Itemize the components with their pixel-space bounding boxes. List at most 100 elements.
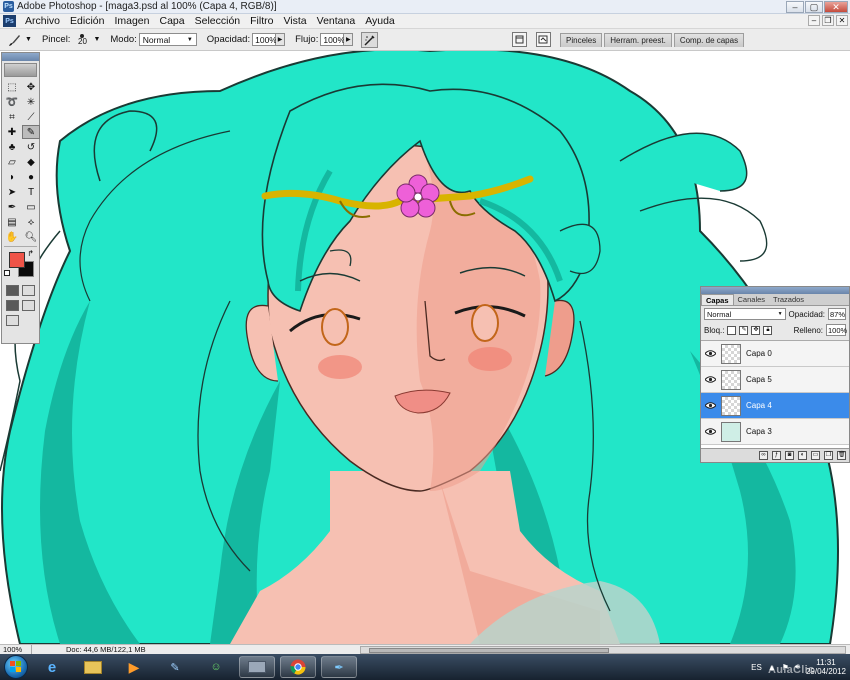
language-indicator[interactable]: ES <box>751 663 762 672</box>
tab-canales[interactable]: Canales <box>734 294 770 305</box>
start-button[interactable] <box>4 655 28 679</box>
layer-row[interactable]: Capa 5 <box>701 367 849 393</box>
crop-tool-icon[interactable]: ⌗ <box>3 110 21 124</box>
media-player-icon[interactable]: ▶ <box>116 656 152 678</box>
hand-tool-icon[interactable]: ✋ <box>3 230 21 244</box>
dodge-tool-icon[interactable]: ● <box>22 170 40 184</box>
well-tab-herram-preest[interactable]: Herram. preest. <box>604 33 672 47</box>
layers-panel-title-bar[interactable] <box>701 287 849 294</box>
blur-tool-icon[interactable]: ◗ <box>3 170 21 184</box>
menu-imagen[interactable]: Imagen <box>109 15 154 27</box>
horizontal-scrollbar[interactable] <box>360 646 846 654</box>
add-mask-icon[interactable]: ◙ <box>785 451 794 460</box>
opacity-slider-button[interactable]: ▶ <box>276 33 286 46</box>
doc-minimize-button[interactable]: – <box>808 15 820 26</box>
lasso-tool-icon[interactable]: ➰ <box>3 95 21 109</box>
document-icon[interactable]: Ps <box>3 15 16 27</box>
move-tool-icon[interactable]: ✥ <box>22 80 40 94</box>
internet-explorer-icon[interactable]: e <box>34 656 70 678</box>
menu-ayuda[interactable]: Ayuda <box>360 15 400 27</box>
mode-select[interactable]: Normal ▼ <box>138 33 197 46</box>
screen-mode-full-button[interactable] <box>22 300 35 311</box>
layer-row-selected[interactable]: Capa 4 <box>701 393 849 419</box>
brush-dropdown-icon[interactable]: ▼ <box>93 36 100 43</box>
marquee-tool-icon[interactable]: ⬚ <box>3 80 21 94</box>
layer-style-icon[interactable]: ƒ <box>772 451 781 460</box>
scanner-app-icon[interactable] <box>239 656 275 678</box>
paint-bucket-tool-icon[interactable]: ◆ <box>22 155 40 169</box>
menu-capa[interactable]: Capa <box>155 15 190 27</box>
menu-filtro[interactable]: Filtro <box>245 15 278 27</box>
new-group-icon[interactable]: ▭ <box>811 451 820 460</box>
clone-stamp-tool-icon[interactable]: ♣ <box>3 140 21 154</box>
eye-icon[interactable] <box>704 348 716 360</box>
tab-capas[interactable]: Capas <box>701 294 734 305</box>
palette-toggle-icon[interactable] <box>512 32 527 47</box>
shape-tool-icon[interactable]: ▭ <box>22 200 40 214</box>
eye-icon[interactable] <box>704 426 716 438</box>
scrollbar-thumb[interactable] <box>369 648 609 653</box>
tab-trazados[interactable]: Trazados <box>769 294 808 305</box>
menu-archivo[interactable]: Archivo <box>20 15 65 27</box>
standard-mode-button[interactable] <box>6 285 19 296</box>
maximize-button[interactable]: ▢ <box>805 1 823 13</box>
eraser-tool-icon[interactable]: ▱ <box>3 155 21 169</box>
eye-icon[interactable] <box>704 374 716 386</box>
trash-icon[interactable]: 🗑︎ <box>837 451 846 460</box>
brush-size-picker[interactable]: 20 <box>72 30 92 50</box>
fill-input[interactable]: 100% <box>826 324 847 336</box>
paint-app-icon[interactable]: ✎ <box>157 656 193 678</box>
chrome-icon[interactable] <box>280 656 316 678</box>
path-selection-tool-icon[interactable]: ➤ <box>3 185 21 199</box>
close-button[interactable]: ✕ <box>824 1 848 13</box>
file-explorer-icon[interactable] <box>75 656 111 678</box>
messenger-icon[interactable]: ☺ <box>198 656 234 678</box>
minimize-button[interactable]: – <box>786 1 804 13</box>
eyedropper-tool-icon[interactable]: ⟡ <box>22 215 40 229</box>
magic-wand-tool-icon[interactable]: ✳ <box>22 95 40 109</box>
lock-all-icon[interactable]: 🔒︎ <box>763 325 773 335</box>
adjustment-layer-icon[interactable]: ◐ <box>798 451 807 460</box>
airbrush-toggle[interactable] <box>361 31 379 48</box>
jump-to-imageready-button[interactable] <box>6 315 19 326</box>
quick-mask-button[interactable] <box>22 285 35 296</box>
layer-opacity-input[interactable]: 87% <box>827 308 846 320</box>
opacity-input[interactable]: 100% <box>252 33 277 46</box>
zoom-tool-icon[interactable]: 🔍︎ <box>22 230 40 244</box>
healing-brush-tool-icon[interactable]: ✚ <box>3 125 21 139</box>
well-tab-pinceles[interactable]: Pinceles <box>560 33 603 47</box>
well-tab-comp-de-capas[interactable]: Comp. de capas <box>673 33 745 47</box>
lock-position-icon[interactable]: ✥ <box>751 325 761 335</box>
photoshop-taskbar-icon[interactable]: ✒ <box>321 656 357 678</box>
menu-seleccion[interactable]: Selección <box>190 15 246 27</box>
menu-edicion[interactable]: Edición <box>65 15 109 27</box>
brush-tool-icon[interactable]: ✎ <box>22 125 40 139</box>
doc-close-button[interactable]: ✕ <box>836 15 848 26</box>
notes-tool-icon[interactable]: ▤ <box>3 215 21 229</box>
swap-colors-icon[interactable]: ↱ <box>27 249 34 258</box>
link-layers-icon[interactable]: ∞ <box>759 451 768 460</box>
layer-row[interactable]: Capa 3 <box>701 419 849 445</box>
preset-dropdown-icon[interactable]: ▼ <box>25 36 32 43</box>
lock-transparency-icon[interactable] <box>727 325 737 335</box>
blend-mode-select[interactable]: Normal ▼ <box>704 308 786 320</box>
flow-slider-button[interactable]: ▶ <box>344 33 354 46</box>
flow-input[interactable]: 100% <box>320 33 345 46</box>
pen-tool-icon[interactable]: ✒ <box>3 200 21 214</box>
menu-ventana[interactable]: Ventana <box>312 15 361 27</box>
bridge-icon[interactable] <box>536 32 551 47</box>
default-colors-icon[interactable] <box>4 270 10 276</box>
toolbox-title-bar[interactable] <box>2 53 39 61</box>
new-layer-icon[interactable]: ❐ <box>824 451 833 460</box>
doc-size-info[interactable]: Doc: 44,6 MB/122,1 MB <box>32 645 202 654</box>
menu-vista[interactable]: Vista <box>278 15 311 27</box>
layer-row[interactable]: Capa 0 <box>701 341 849 367</box>
brush-tool-preset-icon[interactable] <box>6 32 24 48</box>
photoshop-feather-icon[interactable] <box>4 63 37 77</box>
doc-restore-button[interactable]: ❐ <box>822 15 834 26</box>
screen-mode-standard-button[interactable] <box>6 300 19 311</box>
eye-icon[interactable] <box>704 400 716 412</box>
lock-pixels-icon[interactable]: ✎ <box>739 325 749 335</box>
foreground-color-swatch[interactable] <box>9 252 25 268</box>
slice-tool-icon[interactable]: ⟋ <box>22 110 40 124</box>
